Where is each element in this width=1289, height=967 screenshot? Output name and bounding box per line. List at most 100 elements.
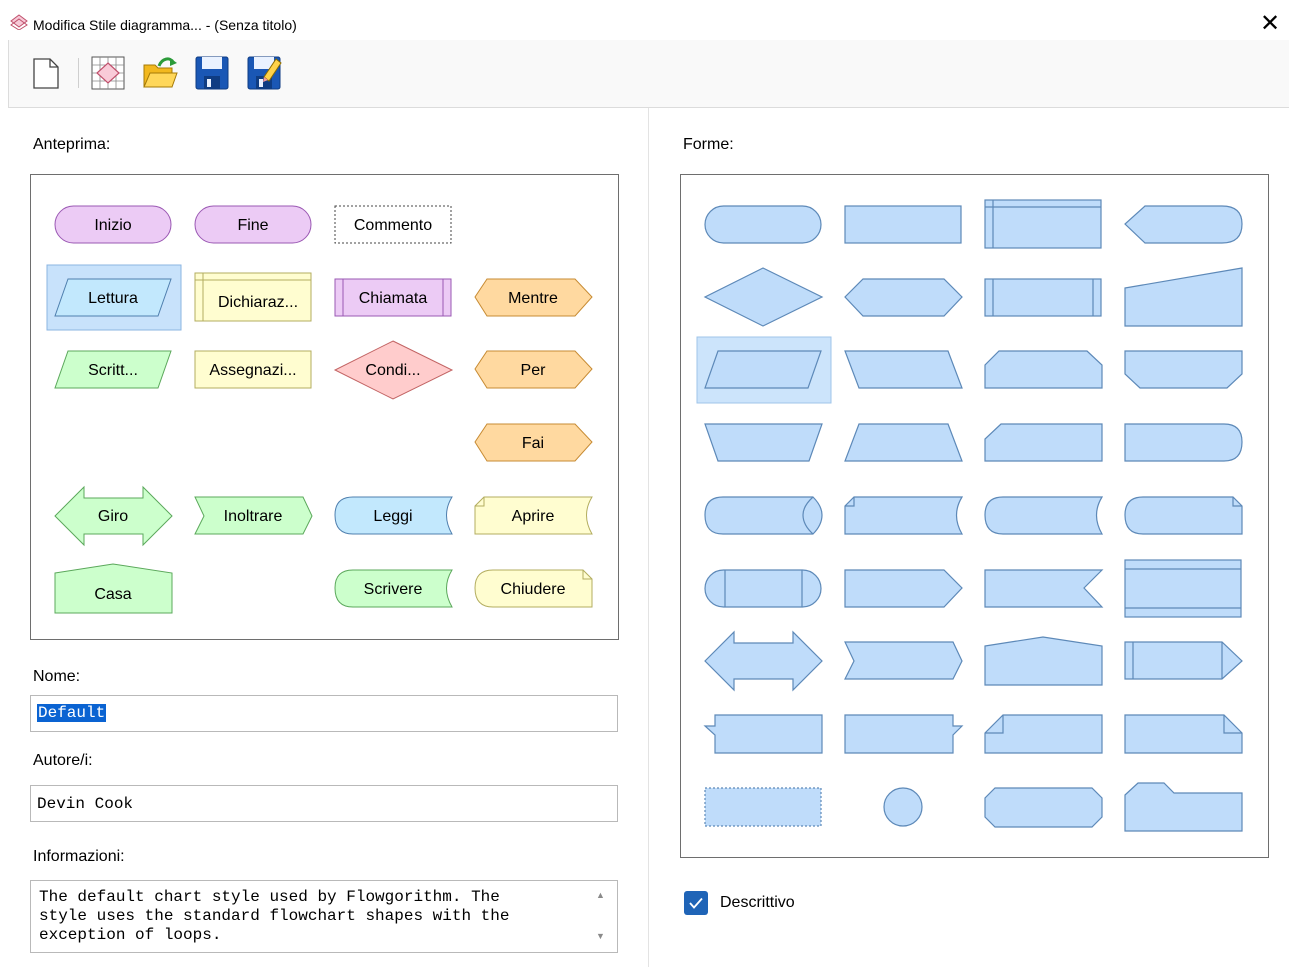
shape-loop-limit[interactable] [984,423,1103,462]
shape-per[interactable]: Per [474,350,593,389]
shape-dichiarazione[interactable]: Dichiaraz... [194,272,312,322]
svg-text:Chiudere: Chiudere [501,581,566,598]
shape-multi-document[interactable] [1124,559,1242,618]
shape-lettura[interactable]: Lettura [54,278,172,317]
checkmark-icon [689,897,703,909]
shape-preparation[interactable] [844,278,963,317]
shape-house[interactable] [984,636,1103,686]
shape-octagon[interactable] [984,787,1103,828]
shape-process[interactable] [844,205,962,244]
shape-inizio[interactable]: Inizio [54,205,172,244]
shape-folded-corner-right[interactable] [1124,714,1243,754]
svg-text:Inizio: Inizio [94,217,131,234]
descrittivo-label: Descrittivo [720,894,795,911]
shape-aprire[interactable]: Aprire [474,496,593,535]
shapes-panel [680,174,1269,858]
svg-text:Lettura: Lettura [88,290,138,307]
svg-text:Scritt...: Scritt... [88,362,138,379]
info-label: Informazioni: [33,848,125,865]
shape-decision[interactable] [703,267,824,327]
nome-input[interactable]: Default [30,695,618,732]
shape-giro[interactable]: Giro [54,485,173,547]
svg-text:Aprire: Aprire [512,508,555,525]
app-icon [10,14,28,30]
svg-text:Inoltrare: Inoltrare [224,508,283,525]
shape-notch-left[interactable] [703,714,823,754]
svg-text:Chiamata: Chiamata [359,290,428,307]
shape-sequential-storage[interactable] [704,569,822,608]
svg-text:Per: Per [521,362,547,379]
shape-fai[interactable]: Fai [474,423,593,462]
nome-value: Default [37,704,107,722]
shape-trapezoid[interactable] [844,350,963,389]
shape-manual-input[interactable] [1124,267,1243,327]
preview-label: Anteprima: [33,136,111,153]
save-as-icon[interactable] [246,55,282,91]
new-document-icon[interactable] [28,55,64,91]
shape-chiudere[interactable]: Chiudere [474,569,593,608]
shape-card-rounded[interactable] [1124,496,1243,535]
shape-connector[interactable] [883,787,923,827]
shape-scrittura[interactable]: Scritt... [54,350,172,389]
shape-internal-storage[interactable] [984,199,1102,249]
svg-text:Commento: Commento [354,217,432,234]
nome-label: Nome: [33,668,81,685]
info-textarea[interactable]: The default chart style used by Flowgori… [30,880,618,953]
svg-text:Leggi: Leggi [373,508,412,525]
shapes-label: Forme: [683,136,734,153]
save-icon[interactable] [194,55,230,91]
shape-double-arrow[interactable] [704,630,823,692]
shape-scrivere[interactable]: Scrivere [334,569,453,608]
svg-text:Dichiaraz...: Dichiaraz... [218,294,298,311]
shape-assegnazione[interactable]: Assegnazi... [194,350,312,389]
shape-display[interactable] [1124,205,1243,244]
shape-chamfer-bottom[interactable] [1124,350,1243,389]
shape-manual-operation[interactable] [704,423,823,462]
shape-leggi[interactable]: Leggi [334,496,453,535]
diagram-style-icon[interactable] [90,55,126,91]
descrittivo-checkbox[interactable] [684,891,708,915]
shape-pentagon-arrow[interactable] [844,569,963,608]
open-folder-icon[interactable] [142,55,178,91]
shape-stored-data-fold[interactable] [844,496,964,535]
window-title: Modifica Stile diagramma... - (Senza tit… [33,17,297,33]
shape-casa[interactable]: Casa [54,563,173,614]
shape-fine[interactable]: Fine [194,205,312,244]
preview-panel: Inizio Fine Commento Lettura Dichiaraz..… [30,174,619,640]
autore-input[interactable]: Devin Cook [30,785,618,822]
shape-stored-data[interactable] [984,496,1104,535]
shape-notch-right[interactable] [844,714,964,754]
shape-predefined-process[interactable] [984,278,1102,317]
shape-mentre[interactable]: Mentre [474,278,593,317]
shape-commento[interactable]: Commento [334,205,452,244]
shape-condizione[interactable]: Condi... [333,340,454,400]
svg-text:Casa: Casa [94,586,131,603]
svg-text:Scrivere: Scrivere [364,581,423,598]
shape-chevron[interactable] [844,641,963,680]
shape-chiamata[interactable]: Chiamata [334,278,452,317]
svg-text:Giro: Giro [98,508,128,525]
close-button[interactable]: ✕ [1255,8,1285,38]
scroll-down-arrow[interactable]: ▼ [596,931,605,941]
shape-comment[interactable] [704,787,822,827]
pane-divider [648,108,649,967]
svg-text:Condi...: Condi... [365,362,420,379]
shape-transfer[interactable] [1124,641,1243,680]
svg-text:Fai: Fai [522,435,544,452]
svg-text:Mentre: Mentre [508,290,558,307]
svg-text:Fine: Fine [237,217,268,234]
shape-folder[interactable] [1124,782,1243,832]
toolbar-separator [78,58,79,88]
shape-direct-access-storage[interactable] [704,496,823,535]
shape-inoltrare[interactable]: Inoltrare [194,496,313,535]
shape-folded-corner-left[interactable] [984,714,1103,754]
autore-label: Autore/i: [33,752,93,769]
shape-data[interactable] [704,350,822,389]
scroll-up-arrow[interactable]: ▲ [596,890,605,900]
shape-trapezoid-up[interactable] [844,423,963,462]
svg-text:Assegnazi...: Assegnazi... [209,362,296,379]
shape-delay[interactable] [1124,423,1243,462]
shape-terminal[interactable] [704,205,822,244]
shape-chamfer-top[interactable] [984,350,1103,389]
shape-flag[interactable] [984,569,1104,608]
